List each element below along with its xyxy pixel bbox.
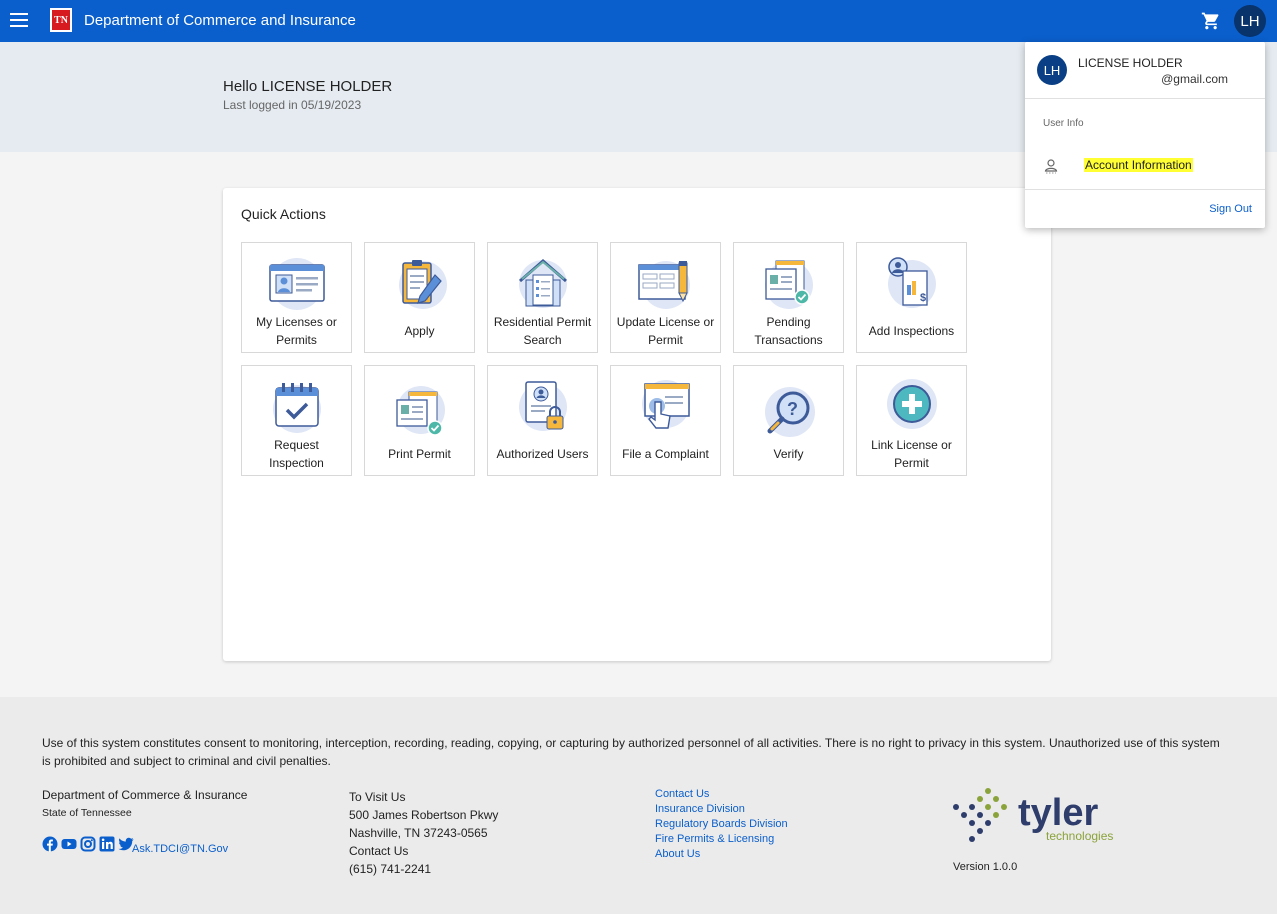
tile-residential-permit-search[interactable]: Residential Permit Search [487,242,598,353]
user-info-section-label: User Info [1043,118,1084,129]
user-name: LICENSE HOLDER [1078,56,1183,70]
tile-label: Print Permit [388,447,451,461]
tile-apply[interactable]: Apply [364,242,475,353]
footer-visit-info: To Visit Us 500 James Robertson Pkwy Nas… [349,788,498,878]
tile-label: Apply [404,324,435,338]
print-permit-icon [395,386,445,436]
tile-label: Add Inspections [868,324,955,338]
tile-file-complaint[interactable]: File a Complaint [610,365,721,476]
footer-email-link[interactable]: Ask.TDCI@TN.Gov [132,843,228,855]
sign-out-button[interactable]: Sign Out [1209,203,1252,215]
address-line-1: 500 James Robertson Pkwy [349,808,499,822]
instagram-icon[interactable] [80,836,96,852]
svg-text:?: ? [787,399,798,419]
footer-disclaimer: Use of this system constitutes consent t… [42,736,1220,768]
quick-actions-card: Quick Actions My Licenses or Permits App [223,188,1051,661]
quick-actions-title: Quick Actions [241,206,326,222]
tile-label: Pending Transactions [754,315,823,347]
account-information-link[interactable]: Account Information [1084,158,1193,172]
user-avatar-button[interactable]: LH [1234,5,1266,37]
version-text: Version 1.0.0 [953,861,1018,873]
greeting-text: Hello LICENSE HOLDER [223,78,393,95]
top-app-bar: TN Department of Commerce and Insurance … [0,0,1277,42]
tile-authorized-users[interactable]: Authorized Users [487,365,598,476]
license-card-icon [268,258,325,310]
tile-add-inspections[interactable]: $ Add Inspections [856,242,967,353]
footer-link-regulatory-boards[interactable]: Regulatory Boards Division [655,817,788,832]
magnifier-question-icon: ? [764,387,815,437]
tn-logo[interactable]: TN [50,8,72,32]
plus-circle-icon [886,379,937,429]
footer-links: Contact Us Insurance Division Regulatory… [655,787,788,862]
contact-heading: Contact Us [349,844,409,858]
account-person-icon [1044,159,1058,174]
shopping-cart-icon[interactable] [1198,8,1224,34]
phone-number: (615) 741-2241 [349,862,432,876]
tile-link-license[interactable]: Link License or Permit [856,365,967,476]
facebook-icon[interactable] [42,836,58,852]
user-email: @gmail.com [1161,72,1228,86]
tyler-logo-subword: technologies [1046,829,1113,843]
tile-label: Authorized Users [496,447,589,461]
app-title: Department of Commerce and Insurance [84,12,356,29]
footer-link-about-us[interactable]: About Us [655,847,788,862]
tile-print-permit[interactable]: Print Permit [364,365,475,476]
youtube-icon[interactable] [61,836,77,852]
tyler-technologies-logo: tyler technologies [953,788,1113,843]
address-line-2: Nashville, TN 37243-0565 [349,826,488,840]
documents-check-icon [764,260,813,309]
house-checklist-icon [518,259,567,308]
last-login-text: Last logged in 05/19/2023 [223,98,362,112]
tile-label: Request Inspection [269,438,324,470]
footer-state: State of Tennessee [42,807,132,819]
linkedin-icon[interactable] [99,836,115,852]
tile-update-license[interactable]: Update License or Permit [610,242,721,353]
tile-pending-transactions[interactable]: Pending Transactions [733,242,844,353]
calendar-check-icon [272,383,321,433]
form-pencil-icon [637,261,690,309]
hand-click-icon [641,380,690,429]
clipboard-pen-icon [398,260,447,309]
tile-verify[interactable]: ? Verify [733,365,844,476]
divider [1025,98,1265,99]
tile-label: File a Complaint [622,447,709,461]
tile-label: Update License or Permit [616,315,715,347]
inspector-invoice-icon: $ [887,257,936,308]
divider [1025,189,1265,190]
user-menu-dropdown: LH LICENSE HOLDER @gmail.com User Info A… [1025,42,1265,228]
tile-label: Link License or Permit [871,438,952,470]
social-links [42,836,134,852]
tile-my-licenses[interactable]: My Licenses or Permits [241,242,352,353]
footer-dept-name: Department of Commerce & Insurance [42,788,248,802]
user-lock-icon [518,381,567,431]
hamburger-menu-icon[interactable] [6,7,32,33]
footer-link-contact-us[interactable]: Contact Us [655,787,788,802]
footer-link-fire-permits[interactable]: Fire Permits & Licensing [655,832,788,847]
footer-link-insurance-division[interactable]: Insurance Division [655,802,788,817]
visit-heading: To Visit Us [349,790,406,804]
dropdown-avatar: LH [1037,55,1067,85]
tile-request-inspection[interactable]: Request Inspection [241,365,352,476]
svg-text:$: $ [920,292,926,304]
tile-label: Verify [773,447,804,461]
tyler-logo-word: tyler [1018,792,1098,834]
footer: Use of this system constitutes consent t… [0,697,1277,914]
tile-label: Residential Permit Search [493,315,592,347]
tile-label: My Licenses or Permits [256,315,337,347]
